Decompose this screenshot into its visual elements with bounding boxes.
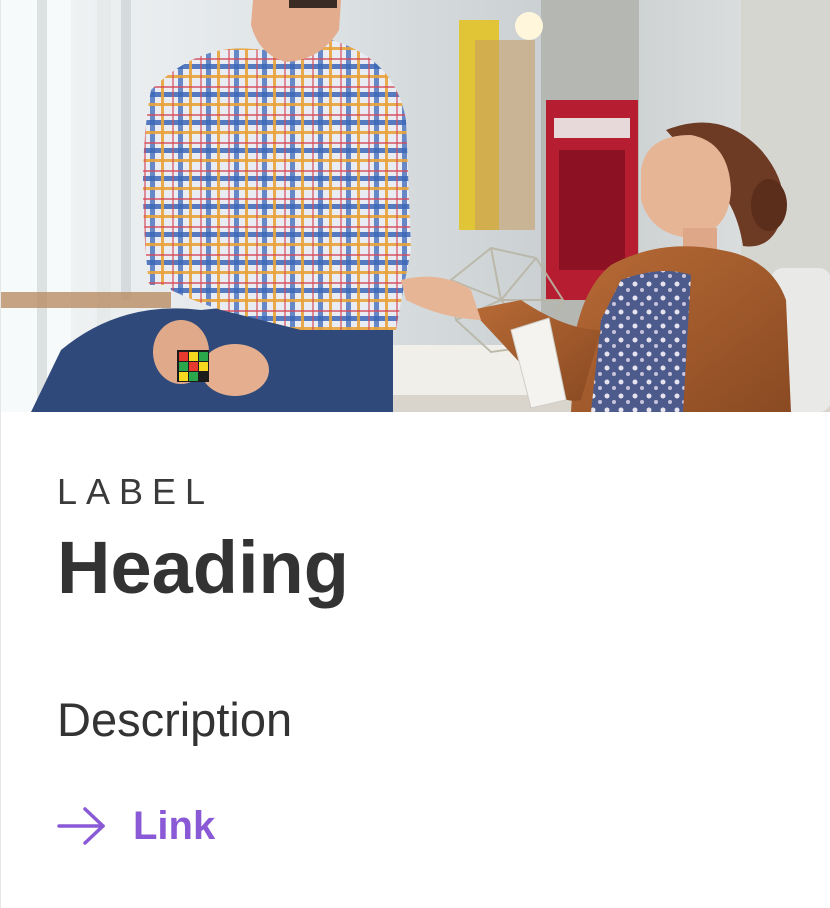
card-link[interactable]: Link <box>57 802 215 850</box>
card-label: LABEL <box>57 471 215 512</box>
card-heading: Heading <box>57 526 349 609</box>
hero-image <box>1 0 830 412</box>
arrow-right-icon <box>57 807 105 845</box>
office-photo-illustration <box>1 0 830 412</box>
card-link-label: Link <box>133 804 216 848</box>
content-card: LABEL Heading Description Link <box>0 0 830 908</box>
card-description: Description <box>57 693 293 746</box>
